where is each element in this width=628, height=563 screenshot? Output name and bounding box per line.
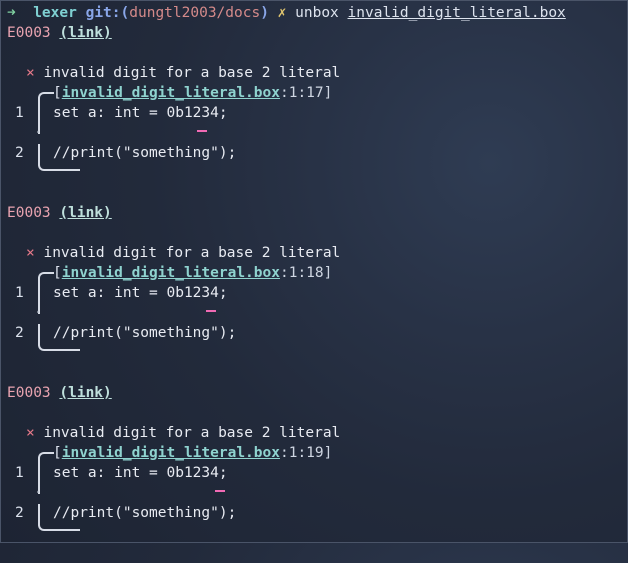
line-number: 2 <box>15 145 24 161</box>
diagnostic-message: × invalid digit for a base 2 literal <box>26 63 340 83</box>
ellipsis-dot: · <box>34 305 43 321</box>
error-code: E0003 <box>7 385 51 401</box>
line-number: 2 <box>15 325 24 341</box>
prompt-paren-open: ( <box>120 5 130 21</box>
source-file-link[interactable]: invalid_digit_literal.box <box>62 265 280 281</box>
source-file-link[interactable]: invalid_digit_literal.box <box>62 445 280 461</box>
terminal-window[interactable]: ➜ lexer git:(dungtl2003/docs) ✗ unbox in… <box>0 0 628 543</box>
error-underline-marker <box>206 310 216 312</box>
error-code: E0003 <box>7 205 51 221</box>
source-location: [invalid_digit_literal.box:1:19] <box>53 443 332 463</box>
diagnostic-message: × invalid digit for a base 2 literal <box>26 423 340 443</box>
source-line: set a: int = 0b1234; <box>53 465 228 481</box>
error-underline-marker <box>197 130 207 132</box>
error-link[interactable]: (link) <box>59 385 111 401</box>
error-message: invalid digit for a base 2 literal <box>43 245 341 261</box>
prompt-arrow-icon: ➜ <box>7 5 16 21</box>
ellipsis-dot: · <box>34 485 43 501</box>
prompt-git-label: git: <box>85 5 121 21</box>
prompt-directory: lexer <box>33 5 77 21</box>
error-code: E0003 <box>7 25 51 41</box>
prompt-branch: dungtl2003/docs <box>129 5 261 21</box>
gutter-top-bracket <box>38 92 54 114</box>
source-line: //print("something"); <box>53 325 237 341</box>
diagnostic-header: E0003 (link) <box>7 203 112 223</box>
diagnostic-message: × invalid digit for a base 2 literal <box>26 243 340 263</box>
source-line: //print("something"); <box>53 145 237 161</box>
error-message: invalid digit for a base 2 literal <box>43 425 341 441</box>
source-location: [invalid_digit_literal.box:1:17] <box>53 83 332 103</box>
prompt-dirty-icon: ✗ <box>277 5 287 21</box>
error-link[interactable]: (link) <box>59 25 111 41</box>
shell-prompt: ➜ lexer git:(dungtl2003/docs) ✗ unbox in… <box>7 3 566 23</box>
location-bracket: [ <box>53 265 62 281</box>
error-cross-icon: × <box>26 425 35 441</box>
line-number: 1 <box>15 285 24 301</box>
prompt-paren-close: ) <box>260 5 269 21</box>
line-number: 1 <box>15 105 24 121</box>
source-line: //print("something"); <box>53 505 237 521</box>
gutter-top-bracket <box>38 272 54 294</box>
diagnostic-header: E0003 (link) <box>7 383 112 403</box>
error-underline-marker <box>215 490 225 492</box>
location-bracket: [ <box>53 445 62 461</box>
gutter-top-bracket <box>38 452 54 474</box>
error-message: invalid digit for a base 2 literal <box>43 65 341 81</box>
source-position: :1:17] <box>279 85 333 101</box>
ellipsis-dot: · <box>34 125 43 141</box>
error-link[interactable]: (link) <box>59 205 111 221</box>
source-file-link[interactable]: invalid_digit_literal.box <box>62 85 280 101</box>
location-bracket: [ <box>53 85 62 101</box>
source-line: set a: int = 0b1234; <box>53 285 228 301</box>
source-location: [invalid_digit_literal.box:1:18] <box>53 263 332 283</box>
line-number: 1 <box>15 465 24 481</box>
source-position: :1:19] <box>279 445 333 461</box>
source-line: set a: int = 0b1234; <box>53 105 228 121</box>
diagnostic-block: E0003 (link) × invalid digit for a base … <box>1 203 628 383</box>
prompt-argument-file[interactable]: invalid_digit_literal.box <box>348 5 566 21</box>
line-number: 2 <box>15 505 24 521</box>
diagnostic-block: E0003 (link) × invalid digit for a base … <box>1 23 628 203</box>
error-cross-icon: × <box>26 65 35 81</box>
diagnostic-block: E0003 (link) × invalid digit for a base … <box>1 383 628 563</box>
source-position: :1:18] <box>279 265 333 281</box>
prompt-command: unbox <box>295 5 339 21</box>
diagnostic-header: E0003 (link) <box>7 23 112 43</box>
error-cross-icon: × <box>26 245 35 261</box>
